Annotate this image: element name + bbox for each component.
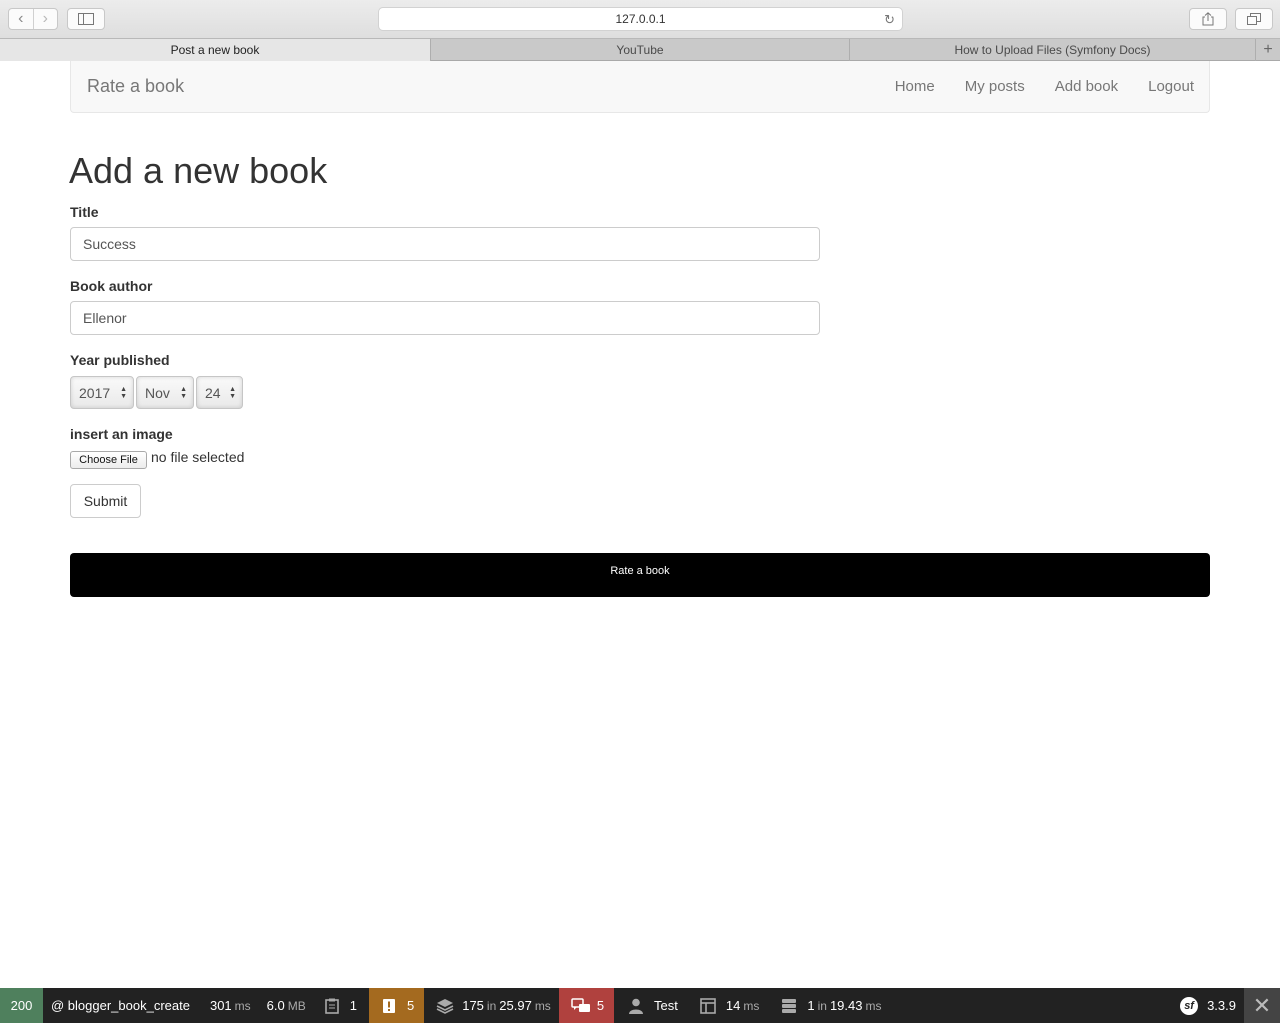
cache-in: in [486, 998, 497, 1013]
status-code: 200 [10, 998, 33, 1013]
symfony-version: 3.3.9 [1207, 998, 1236, 1013]
memory-item[interactable]: 6.0 MB [259, 988, 314, 1023]
database-item[interactable]: 1 in 19.43 ms [767, 988, 889, 1023]
user-icon [628, 998, 644, 1014]
day-value: 24 [205, 384, 221, 401]
author-value: Ellenor [83, 310, 127, 326]
template-icon [700, 997, 716, 1014]
warnings-count: 5 [406, 998, 415, 1013]
layers-icon [436, 998, 454, 1014]
logs-count: 1 [349, 998, 357, 1013]
tabs-overview-icon[interactable] [1235, 8, 1273, 30]
translation-item[interactable]: 5 [558, 988, 615, 1023]
twig-unit: ms [743, 998, 760, 1013]
brand-link[interactable]: Rate a book [87, 76, 184, 97]
user-name: Test [654, 998, 678, 1013]
year-value: 2017 [79, 384, 111, 401]
year-published-label: Year published [70, 352, 170, 368]
db-count: 1 [807, 998, 815, 1013]
month-value: Nov [145, 384, 170, 401]
time-unit: ms [234, 998, 251, 1013]
symfony-logo-icon: sf [1180, 996, 1199, 1015]
status-code-badge[interactable]: 200 [0, 988, 43, 1023]
user-item[interactable]: Test [614, 988, 686, 1023]
tab-bar: Post a new book YouTube How to Upload Fi… [0, 38, 1280, 61]
cache-unit: ms [534, 998, 551, 1013]
submit-button[interactable]: Submit [70, 484, 141, 518]
browser-toolbar: ‹ › 127.0.0.1 ↻ [0, 0, 1280, 38]
select-arrows-icon: ▲ ▼ [120, 386, 127, 400]
time-value: 301 [209, 998, 232, 1013]
time-item[interactable]: 301 ms [198, 988, 259, 1023]
author-input[interactable]: Ellenor [70, 301, 820, 335]
url-text: 127.0.0.1 [615, 12, 666, 26]
forward-icon[interactable]: › [32, 9, 58, 29]
tab-symfony-docs[interactable]: How to Upload Files (Symfony Docs) [850, 39, 1256, 61]
route-item[interactable]: @ blogger_book_create [43, 988, 198, 1023]
file-status: no file selected [151, 449, 245, 465]
footer-text: Rate a book [610, 565, 670, 577]
page-title: Add a new book [69, 150, 328, 191]
title-input[interactable]: Success [70, 227, 820, 261]
tab-post-new-book[interactable]: Post a new book [0, 39, 431, 61]
exclamation-icon [381, 998, 397, 1014]
nav-links: Home My posts Add book Logout [895, 78, 1194, 95]
tab-label: Post a new book [170, 43, 260, 57]
cache-time: 25.97 [499, 998, 532, 1013]
history-nav: ‹ › [8, 8, 58, 30]
image-label: insert an image [70, 426, 173, 442]
db-in: in [817, 998, 827, 1013]
twig-time: 14 [725, 998, 741, 1013]
tab-label: YouTube [616, 43, 664, 57]
db-time: 19.43 [829, 998, 863, 1013]
page-footer: Rate a book [70, 553, 1210, 597]
symfony-debug-toolbar: 200 @ blogger_book_create 301 ms 6.0 MB … [0, 988, 1280, 1023]
month-select[interactable]: Nov ▲ ▼ [136, 376, 194, 409]
reload-icon[interactable]: ↻ [884, 12, 895, 28]
warnings-item[interactable]: 5 [368, 988, 425, 1023]
memory-unit: MB [287, 998, 306, 1013]
db-unit: ms [865, 998, 882, 1013]
nav-my-posts[interactable]: My posts [965, 78, 1025, 95]
close-icon: ✕ [1252, 992, 1272, 1018]
memory-value: 6.0 [266, 998, 285, 1013]
select-arrows-icon: ▲ ▼ [180, 386, 187, 400]
cache-count: 175 [462, 998, 484, 1013]
nav-add-book[interactable]: Add book [1055, 78, 1118, 95]
choose-file-button[interactable]: Choose File [70, 451, 147, 469]
symfony-version-item[interactable]: sf 3.3.9 [1180, 988, 1236, 1023]
title-value: Success [83, 236, 136, 252]
day-select[interactable]: 24 ▲ ▼ [196, 376, 243, 409]
address-bar[interactable]: 127.0.0.1 ↻ [378, 7, 903, 31]
route-name: @ blogger_book_create [51, 998, 190, 1013]
title-label: Title [70, 204, 99, 220]
cache-item[interactable]: 175 in 25.97 ms [424, 988, 559, 1023]
twig-item[interactable]: 14 ms [686, 988, 767, 1023]
database-icon [781, 998, 797, 1014]
translation-icon [571, 997, 590, 1014]
share-icon[interactable] [1189, 8, 1227, 30]
new-tab-button[interactable]: + [1256, 39, 1280, 60]
translation-count: 5 [596, 998, 605, 1013]
back-icon[interactable]: ‹ [9, 9, 33, 29]
year-select[interactable]: 2017 ▲ ▼ [70, 376, 134, 409]
select-arrows-icon: ▲ ▼ [229, 386, 236, 400]
tab-youtube[interactable]: YouTube [431, 39, 850, 61]
site-navbar: Rate a book Home My posts Add book Logou… [70, 61, 1210, 113]
nav-home[interactable]: Home [895, 78, 935, 95]
author-label: Book author [70, 278, 153, 294]
clipboard-icon [324, 998, 340, 1014]
logs-item[interactable]: 1 [314, 988, 365, 1023]
close-toolbar-button[interactable]: ✕ [1244, 988, 1280, 1023]
sidebar-toggle-icon[interactable] [67, 8, 105, 30]
tab-label: How to Upload Files (Symfony Docs) [954, 43, 1151, 57]
nav-logout[interactable]: Logout [1148, 78, 1194, 95]
